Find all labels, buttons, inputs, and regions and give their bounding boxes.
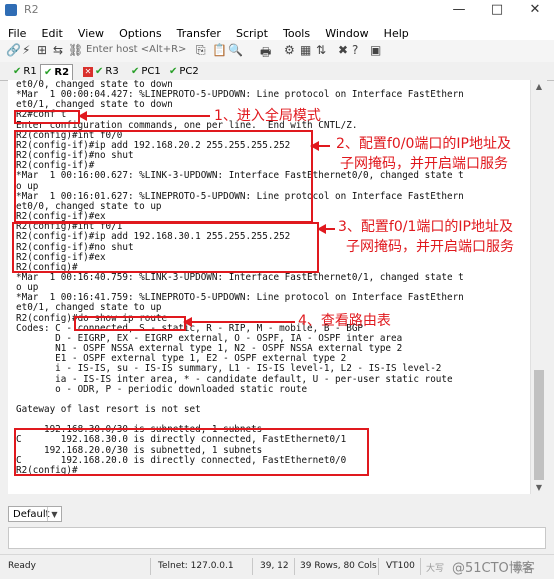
annotation-step4: 4、查看路由表 [298, 313, 391, 329]
tab-label: PC1 [141, 66, 161, 77]
close-button[interactable]: ✕ [516, 0, 554, 22]
arrow-4-head [183, 317, 192, 327]
menu-window[interactable]: Window [325, 25, 368, 40]
status-size: 39 Rows, 80 Cols [300, 561, 377, 571]
tab-r2[interactable]: ✔ R2 [40, 64, 74, 80]
divider [420, 558, 421, 575]
tab-label: R1 [23, 66, 37, 77]
menu-view[interactable]: View [78, 25, 104, 40]
disconnect-icon[interactable]: ⛓ [68, 43, 83, 57]
check-icon: ✔ [169, 66, 178, 77]
arrow-2 [318, 145, 330, 147]
keymap-icon[interactable]: ✖ [338, 43, 348, 57]
chevron-down-icon: ▼ [47, 507, 61, 521]
options-icon[interactable]: ▣ [370, 43, 381, 57]
tab-r1[interactable]: ✔ R1 [10, 64, 40, 79]
menu-bar: File Edit View Options Transfer Script T… [0, 22, 554, 40]
menu-help[interactable]: Help [384, 25, 409, 40]
sftp-icon[interactable]: ⇅ [316, 43, 326, 57]
check-icon: ✔ [95, 66, 104, 77]
check-icon: ✔ [131, 66, 140, 77]
annotation-step2-line1: 2、配置f0/0端口的IP地址及 [336, 136, 511, 152]
connect-icon[interactable]: 🔗 [6, 43, 21, 57]
tab-label: R3 [105, 66, 119, 77]
divider [252, 558, 253, 575]
annotation-step3-line2: 子网掩码，并开启端口服务 [346, 239, 514, 255]
paste-icon[interactable]: 📋 [212, 43, 227, 57]
status-cursor: 39, 12 [260, 561, 289, 571]
settings-icon[interactable]: ⚙ [284, 43, 295, 57]
highlight-f0-1-config [12, 222, 319, 273]
arrow-3-head [317, 224, 326, 234]
highlight-show-ip-route [74, 316, 186, 331]
minimize-button[interactable]: — [440, 0, 478, 22]
help-icon[interactable]: ? [352, 43, 358, 57]
status-caps: 大写 [426, 564, 445, 574]
arrow-2-head [310, 141, 319, 151]
menu-transfer[interactable]: Transfer [177, 25, 221, 40]
command-input[interactable] [8, 527, 546, 549]
session-dropdown[interactable]: Default ▼ [8, 506, 62, 522]
arrow-1 [85, 115, 210, 117]
print-icon[interactable]: 🖶 [260, 43, 271, 64]
menu-edit[interactable]: Edit [42, 25, 63, 40]
scroll-down-icon[interactable]: ▼ [531, 483, 547, 492]
session-dropdown-value: Default [13, 509, 50, 520]
annotation-step3-line1: 3、配置f0/1端口的IP地址及 [338, 219, 513, 235]
scroll-thumb[interactable] [534, 370, 544, 480]
error-icon: ✕ [83, 67, 93, 77]
annotation-step2-line2: 子网掩码，并开启端口服务 [340, 156, 508, 172]
check-icon: ✔ [44, 67, 53, 78]
divider [150, 558, 151, 575]
map-keys-icon[interactable]: ▦ [300, 43, 311, 57]
title-bar: R2 — □ ✕ [0, 0, 554, 23]
check-icon: ✔ [13, 66, 22, 77]
highlight-conf-t [14, 110, 80, 124]
arrow-4 [190, 321, 295, 323]
connect-tab-icon[interactable]: ⊞ [37, 43, 47, 57]
tab-r3[interactable]: ✕ ✔ R3 [80, 64, 122, 79]
toolbar: 🔗 ⚡ ⊞ ⇆ ⛓ Enter host <Alt+R> ⎘ 📋 🔍 🖶 ⚙ ▦… [0, 40, 554, 63]
tab-label: R2 [54, 67, 70, 78]
find-icon[interactable]: 🔍 [228, 43, 243, 57]
divider [378, 558, 379, 575]
tab-pc2[interactable]: ✔ PC2 [166, 64, 202, 79]
app-icon [5, 4, 17, 16]
arrow-1-head [78, 111, 87, 121]
watermark-logo: @51CTO博客 [452, 561, 535, 576]
window-title: R2 [24, 3, 39, 16]
copy-icon[interactable]: ⎘ [196, 43, 206, 58]
menu-tools[interactable]: Tools [283, 25, 310, 40]
terminal-scrollbar[interactable]: ▲ ▼ [530, 80, 547, 494]
divider [294, 558, 295, 575]
menu-options[interactable]: Options [119, 25, 161, 40]
menu-file[interactable]: File [8, 25, 26, 40]
annotation-step1: 1、进入全局模式 [214, 108, 321, 124]
scroll-up-icon[interactable]: ▲ [531, 82, 547, 91]
menu-script[interactable]: Script [236, 25, 268, 40]
reconnect-icon[interactable]: ⇆ [53, 43, 63, 57]
session-tab-bar: ✔ R1 ✔ R2 ✕ ✔ R3 ✔ PC1 ✔ PC2 [0, 62, 554, 81]
tab-pc1[interactable]: ✔ PC1 [128, 64, 164, 79]
highlight-routing-table [14, 428, 369, 476]
arrow-3 [325, 228, 335, 230]
status-state: Ready [8, 561, 36, 571]
highlight-f0-0-config [14, 130, 313, 223]
quick-connect-icon[interactable]: ⚡ [22, 43, 30, 57]
host-input[interactable]: Enter host <Alt+R> [86, 44, 186, 55]
command-bar [0, 500, 554, 526]
status-emulation: VT100 [386, 561, 415, 571]
maximize-button[interactable]: □ [478, 0, 516, 22]
tab-label: PC2 [179, 66, 199, 77]
status-connection: Telnet: 127.0.0.1 [158, 561, 234, 571]
